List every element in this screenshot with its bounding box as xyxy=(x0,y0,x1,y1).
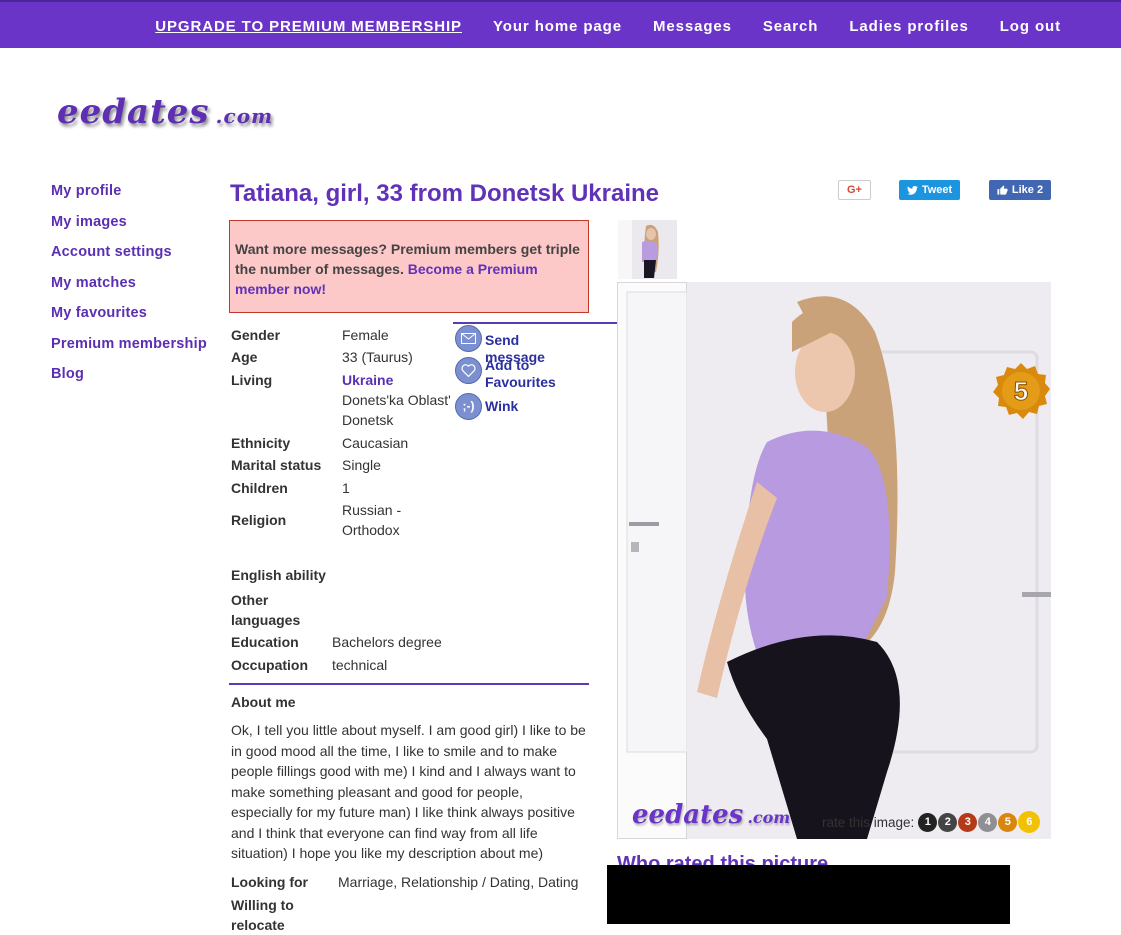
about-me-heading: About me xyxy=(231,694,296,710)
education-value: Bachelors degree xyxy=(332,634,442,650)
rate-button-1[interactable]: 1 xyxy=(918,812,938,832)
tweet-button[interactable]: Tweet xyxy=(899,180,960,200)
sidebar-item-my-matches[interactable]: My matches xyxy=(51,275,207,306)
sidebar-item-account-settings[interactable]: Account settings xyxy=(51,244,207,275)
children-label: Children xyxy=(231,480,288,496)
age-label: Age xyxy=(231,349,258,365)
search-link[interactable]: Search xyxy=(763,18,818,35)
upgrade-premium-link[interactable]: UPGRADE TO PREMIUM MEMBERSHIP xyxy=(155,18,462,35)
rate-button-2[interactable]: 2 xyxy=(938,812,958,832)
sidebar-item-premium-membership[interactable]: Premium membership xyxy=(51,336,207,367)
gender-value: Female xyxy=(342,327,389,343)
site-logo[interactable]: eedates .com xyxy=(57,92,273,132)
tweet-label: Tweet xyxy=(921,184,953,196)
messages-link[interactable]: Messages xyxy=(653,18,732,35)
rate-button-6[interactable]: 6 xyxy=(1018,811,1041,833)
wink-button[interactable]: ;-) Wink xyxy=(455,393,518,420)
other-languages-label: Other languages xyxy=(231,592,301,628)
heart-icon xyxy=(455,357,482,384)
logo-tld: .com xyxy=(215,104,274,128)
watermark-tld: .com xyxy=(747,808,791,827)
looking-for-label: Looking for xyxy=(231,874,308,890)
region-value: Donets'ka Oblast' Donetsk xyxy=(342,392,451,428)
twitter-bird-icon xyxy=(906,185,918,195)
thumbs-up-icon xyxy=(997,184,1008,195)
facebook-like-button[interactable]: Like 2 xyxy=(989,180,1051,200)
like-label: Like 2 xyxy=(1011,184,1044,196)
logout-link[interactable]: Log out xyxy=(1000,18,1061,35)
rate-button-3[interactable]: 3 xyxy=(958,812,978,832)
wink-icon: ;-) xyxy=(455,393,482,420)
photo-watermark: eedates .com xyxy=(632,800,790,830)
religion-label: Religion xyxy=(231,512,287,528)
rating-badge-value: 5 xyxy=(1014,376,1028,406)
sidebar-item-my-profile[interactable]: My profile xyxy=(51,183,207,214)
rating-badge: 5 xyxy=(993,363,1050,419)
religion-value: Russian - Orthodox xyxy=(342,502,402,538)
occupation-value: technical xyxy=(332,657,388,673)
home-page-link[interactable]: Your home page xyxy=(493,18,622,35)
about-me-text: Ok, I tell you little about myself. I am… xyxy=(231,722,586,861)
photo-thumbnail[interactable] xyxy=(618,220,677,279)
add-favourites-button[interactable]: Add to Favourites xyxy=(455,357,575,391)
profile-portrait-image xyxy=(617,282,1051,839)
country-link[interactable]: Ukraine xyxy=(342,370,452,390)
english-ability-label: English ability xyxy=(231,567,326,583)
thumbnail-portrait-image xyxy=(618,220,677,279)
ethnicity-label: Ethnicity xyxy=(231,435,291,451)
google-plus-button[interactable]: G+ xyxy=(838,180,871,200)
top-nav-bar: UPGRADE TO PREMIUM MEMBERSHIP Your home … xyxy=(0,0,1121,48)
add-favourites-label: Add to Favourites xyxy=(485,357,556,390)
marital-label: Marital status xyxy=(231,457,322,473)
sidebar: My profile My images Account settings My… xyxy=(51,183,207,397)
marital-value: Single xyxy=(342,457,381,473)
looking-for-value: Marriage, Relationship / Dating, Dating xyxy=(338,874,579,890)
gender-label: Gender xyxy=(231,327,281,343)
envelope-icon xyxy=(455,325,482,352)
rate-image-control: rate this image: 1 2 3 4 5 6 xyxy=(822,811,1041,833)
sidebar-item-my-favourites[interactable]: My favourites xyxy=(51,305,207,336)
age-value: 33 (Taurus) xyxy=(342,349,413,365)
willing-relocate-label: Willing to relocate xyxy=(231,897,294,933)
occupation-label: Occupation xyxy=(231,657,309,673)
education-label: Education xyxy=(231,634,299,650)
page-title: Tatiana, girl, 33 from Donetsk Ukraine xyxy=(230,180,660,207)
living-label: Living xyxy=(231,372,273,388)
main-profile-photo[interactable] xyxy=(617,282,1051,839)
premium-promo-box: Want more messages? Premium members get … xyxy=(229,220,589,313)
about-divider xyxy=(229,683,589,685)
ladies-profiles-link[interactable]: Ladies profiles xyxy=(849,18,968,35)
rate-button-5[interactable]: 5 xyxy=(998,812,1018,832)
children-value: 1 xyxy=(342,480,350,496)
watermark-name: eedates xyxy=(632,800,744,830)
black-overlay-box xyxy=(607,865,1010,924)
top-nav: UPGRADE TO PREMIUM MEMBERSHIP Your home … xyxy=(124,2,1061,50)
logo-name: eedates xyxy=(57,92,210,132)
wink-label: Wink xyxy=(485,398,519,414)
sidebar-item-my-images[interactable]: My images xyxy=(51,214,207,245)
rate-button-4[interactable]: 4 xyxy=(978,812,998,832)
ethnicity-value: Caucasian xyxy=(342,435,409,451)
rate-image-label: rate this image: xyxy=(822,814,915,830)
sidebar-item-blog[interactable]: Blog xyxy=(51,366,207,397)
